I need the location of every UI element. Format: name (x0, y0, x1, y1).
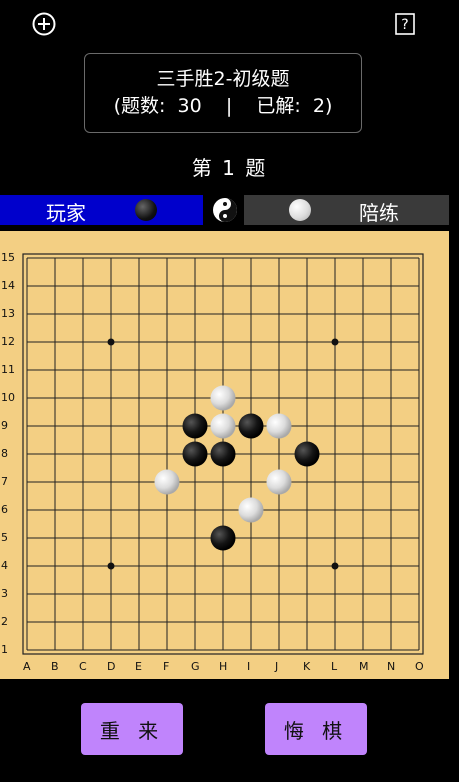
black-stone-K8 (294, 441, 320, 467)
puzzle-progress: (题数: 30 | 已解: 2) (113, 95, 333, 117)
row-label: 3 (1, 587, 8, 600)
row-label: 14 (1, 279, 15, 292)
black-stone-I9 (238, 413, 264, 439)
black-stone-G8 (182, 441, 208, 467)
column-label: K (303, 660, 311, 673)
row-label: 6 (1, 503, 8, 516)
problem-number: 第 1 题 (191, 156, 268, 180)
opponent-label: 陪练 (359, 201, 399, 225)
column-label: O (415, 660, 424, 673)
column-label: H (219, 660, 228, 673)
row-label: 7 (1, 475, 8, 488)
svg-text:?: ? (401, 17, 408, 33)
player-bar: 玩家 (0, 195, 203, 225)
board-grid[interactable] (0, 231, 449, 679)
row-label: 8 (1, 447, 8, 460)
white-stone-H9 (210, 413, 236, 439)
black-stone-H8 (210, 441, 236, 467)
column-label: I (247, 660, 251, 673)
player-label: 玩家 (46, 201, 86, 225)
undo-button[interactable]: 悔 棋 (265, 703, 367, 755)
column-label: G (191, 660, 200, 673)
restart-button[interactable]: 重 来 (81, 703, 183, 755)
white-stone-J9 (266, 413, 292, 439)
column-label: E (135, 660, 142, 673)
row-label: 10 (1, 391, 15, 404)
row-label: 5 (1, 531, 8, 544)
black-stone-G9 (182, 413, 208, 439)
opponent-bar: 陪练 (244, 195, 449, 225)
star-point (107, 562, 115, 570)
row-label: 13 (1, 307, 15, 320)
puzzle-title-box: 三手胜2-初级题 (题数: 30 | 已解: 2) (84, 53, 362, 133)
row-label: 15 (1, 251, 15, 264)
puzzle-set-title: 三手胜2-初级题 (156, 68, 290, 90)
column-label: J (275, 660, 279, 673)
column-label: L (331, 660, 338, 673)
white-stone-J7 (266, 469, 292, 495)
column-label: F (163, 660, 170, 673)
column-label: D (107, 660, 116, 673)
black-stone-icon (135, 199, 157, 221)
column-label: M (359, 660, 369, 673)
white-stone-H10 (210, 385, 236, 411)
help-question-icon[interactable]: ? (394, 12, 416, 36)
white-stone-F7 (154, 469, 180, 495)
yin-yang-icon[interactable] (211, 196, 239, 224)
star-point (331, 562, 339, 570)
column-label: A (23, 660, 31, 673)
row-label: 11 (1, 363, 15, 376)
black-stone-H5 (210, 525, 236, 551)
gomoku-board[interactable]: 15 14 13 12 11 10 9 8 7 6 5 4 3 2 1 A B C D E F G H I J K L M N O (0, 231, 449, 679)
column-label: N (387, 660, 396, 673)
row-label: 1 (1, 643, 8, 656)
row-label: 2 (1, 615, 8, 628)
row-label: 4 (1, 559, 8, 572)
white-stone-icon (289, 199, 311, 221)
star-point (107, 338, 115, 346)
column-label: C (79, 660, 87, 673)
plus-circle-icon[interactable] (31, 11, 57, 37)
row-label: 9 (1, 419, 8, 432)
white-stone-I6 (238, 497, 264, 523)
column-label: B (51, 660, 59, 673)
row-label: 12 (1, 335, 15, 348)
star-point (331, 338, 339, 346)
